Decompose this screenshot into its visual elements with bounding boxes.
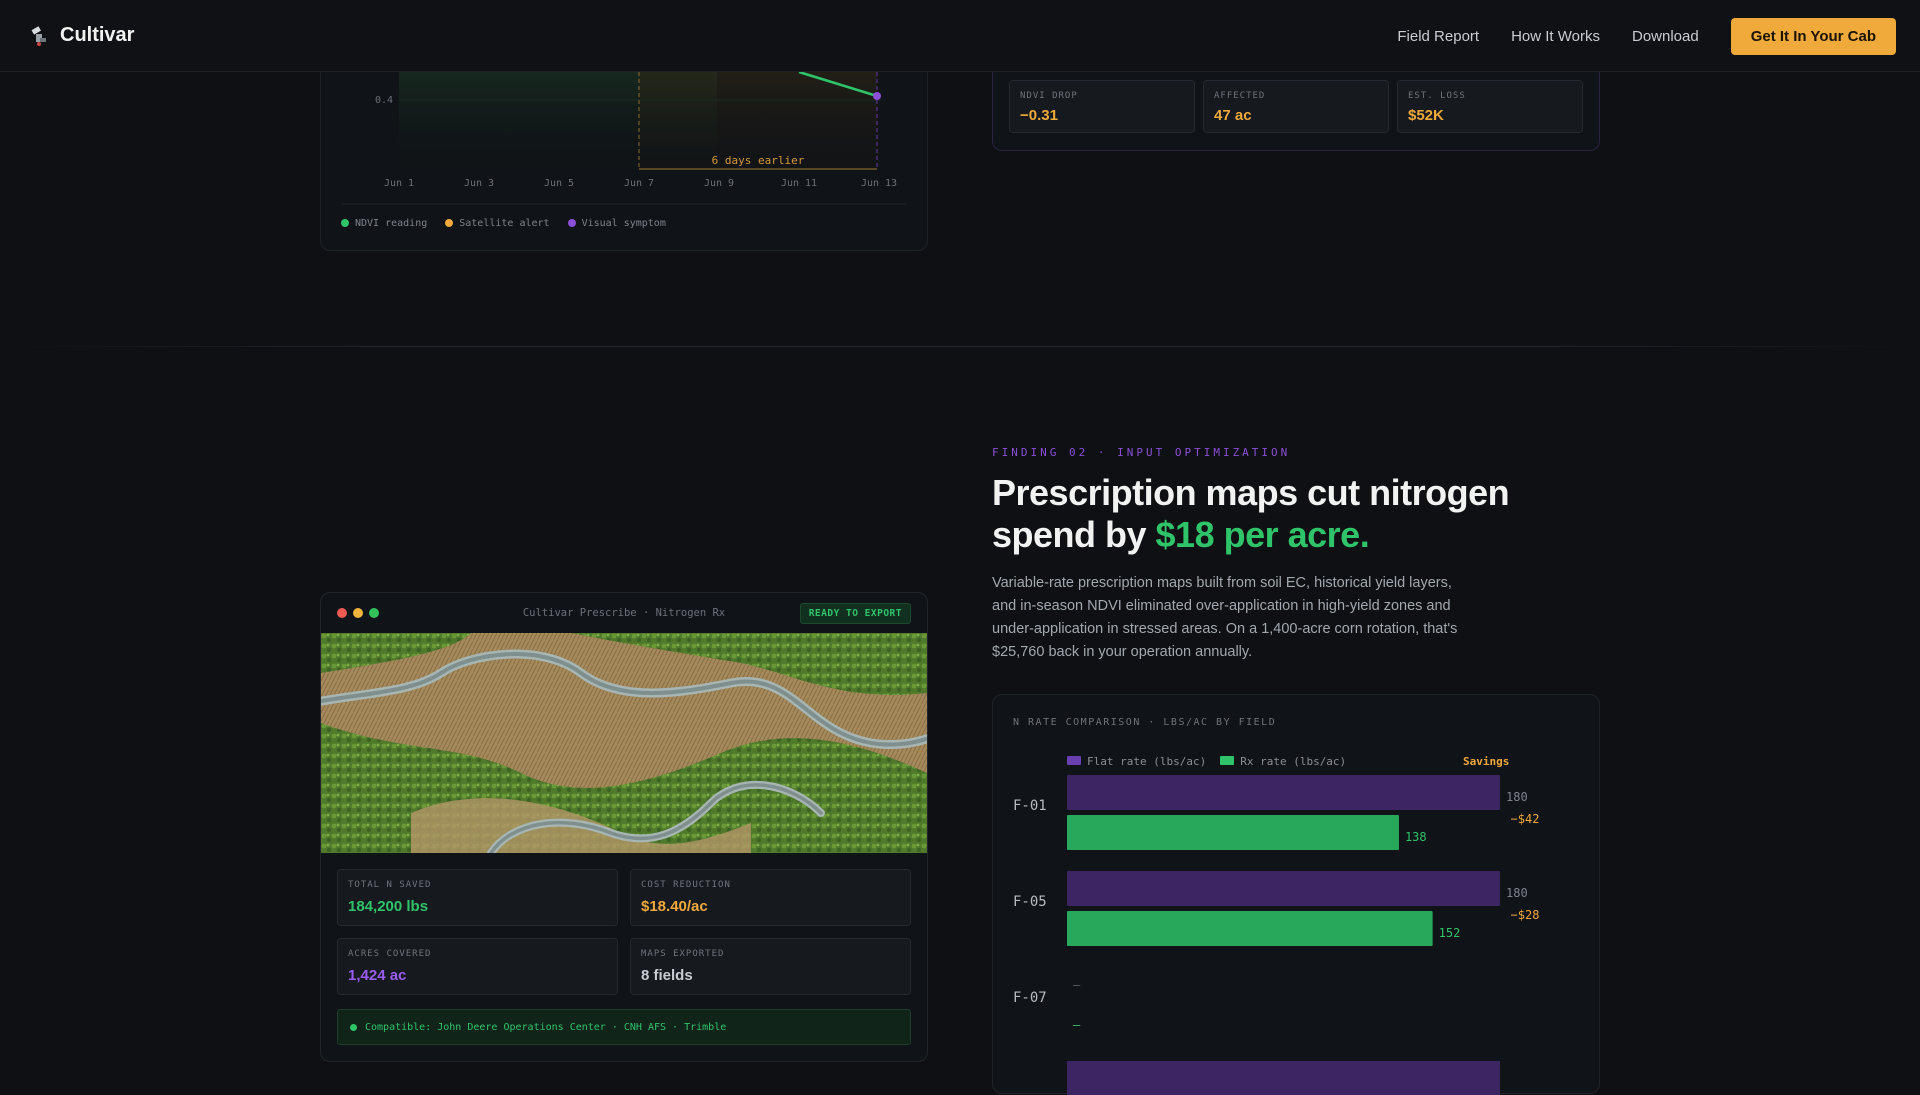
stat-cost-reduction: COST REDUCTION $18.40/ac <box>630 869 911 926</box>
legend-item: Visual symptom <box>567 218 666 229</box>
x-tick-label: Jun 5 <box>544 178 574 189</box>
x-tick-label: Jun 13 <box>861 178 897 189</box>
legend-dot <box>341 219 349 227</box>
stat-label: TOTAL N SAVED <box>348 880 432 890</box>
rx-rate-missing: — <box>1073 1018 1081 1032</box>
aerial-field-illustration <box>321 633 927 853</box>
section-divider <box>0 346 1920 347</box>
legend-item: NDVI reading <box>341 218 427 229</box>
stat-acres-covered: ACRES COVERED 1,424 ac <box>337 938 618 995</box>
satellite-icon <box>31 25 46 46</box>
status-dot <box>350 1023 357 1031</box>
headline-line-1: Prescription maps cut nitrogen <box>992 472 1510 513</box>
visual-symptom-point <box>873 92 881 100</box>
flat-rate-bar <box>1067 775 1500 810</box>
x-tick-label: Jun 9 <box>704 178 734 189</box>
finding-eyebrow: FINDING 02 · INPUT OPTIMIZATION <box>992 446 1291 459</box>
stat-maps-exported: MAPS EXPORTED 8 fields <box>630 938 911 995</box>
flat-rate-label: 180 <box>1506 790 1528 804</box>
savings-value: −$28 <box>1511 908 1540 922</box>
stat-label: NDVI DROP <box>1020 91 1078 101</box>
stat-label: AFFECTED <box>1214 91 1266 101</box>
y-tick-label: 0.4 <box>375 95 393 106</box>
flat-rate-bar <box>1067 871 1500 906</box>
stat-value: 47 ac <box>1214 107 1252 124</box>
prescribe-window: Cultivar Prescribe · Nitrogen Rx READY T… <box>320 592 928 1062</box>
legend-dot <box>567 219 576 227</box>
headline-line-2: spend by <box>992 514 1156 555</box>
stat-value: 184,200 lbs <box>348 898 429 915</box>
stat-value: 1,424 ac <box>348 967 407 984</box>
nav-link-field-report[interactable]: Field Report <box>1397 28 1479 45</box>
stat-value: −0.31 <box>1020 107 1058 124</box>
x-axis-ticks: Jun 1 Jun 3 Jun 5 Jun 7 Jun 9 Jun 11 Jun… <box>384 178 897 189</box>
n-rate-bar-chart: F-01 180 138 −$42 F-05 180 152 −$28 F-07 — — <box>1013 775 1540 1095</box>
lead-time-annotation: 6 days earlier <box>712 154 805 167</box>
brand-name: Cultivar <box>60 24 135 46</box>
headline-accent: $18 per acre. <box>1155 514 1370 555</box>
category-label: F-01 <box>1013 798 1047 814</box>
savings-value: −$42 <box>1511 812 1540 826</box>
rx-rate-bar <box>1067 815 1399 850</box>
stat-value: $18.40/ac <box>641 898 708 915</box>
nav-link-download[interactable]: Download <box>1632 28 1699 45</box>
flat-rate-bar <box>1067 1061 1500 1095</box>
n-rate-chart-card: N RATE COMPARISON · LBS/AC BY FIELD Flat… <box>992 694 1600 1095</box>
legend-label: NDVI reading <box>355 218 428 229</box>
nav-links: Field Report How It Works Download Get I… <box>1397 18 1896 55</box>
stat-label: COST REDUCTION <box>641 880 731 890</box>
stat-affected: AFFECTED 47 ac <box>1203 80 1389 133</box>
brand[interactable]: Cultivar <box>30 24 134 47</box>
get-it-button[interactable]: Get It In Your Cab <box>1730 18 1896 55</box>
rx-rate-bar <box>1067 911 1433 946</box>
compatibility-banner: Compatible: John Deere Operations Center… <box>337 1009 911 1045</box>
rx-rate-label: 138 <box>1405 830 1427 844</box>
ndvi-legend: NDVI reading Satellite alert Visual symp… <box>341 218 666 229</box>
x-tick-label: Jun 1 <box>384 178 414 189</box>
legend-item: Satellite alert <box>445 218 550 229</box>
x-tick-label: Jun 3 <box>464 178 494 189</box>
stat-label: ACRES COVERED <box>348 949 432 959</box>
stat-ndvi-drop: NDVI DROP −0.31 <box>1009 80 1195 133</box>
ready-badge: READY TO EXPORT <box>799 603 911 624</box>
top-navigation: Cultivar Field Report How It Works Downl… <box>0 0 1920 72</box>
stat-label: EST. LOSS <box>1408 91 1466 101</box>
x-tick-label: Jun 11 <box>781 178 817 189</box>
rx-rate-label: 152 <box>1439 926 1461 940</box>
stat-value: $52K <box>1408 107 1444 124</box>
stat-label: MAPS EXPORTED <box>641 949 725 959</box>
stat-value: 8 fields <box>641 967 693 984</box>
category-label: F-07 <box>1013 990 1047 1006</box>
legend-label: Satellite alert <box>459 218 550 229</box>
finding-headline: Prescription maps cut nitrogen spend by … <box>992 472 1552 556</box>
flat-rate-label: 180 <box>1506 886 1528 900</box>
flat-rate-missing: — <box>1073 978 1081 992</box>
legend-dot <box>445 219 454 227</box>
stat-total-n-saved: TOTAL N SAVED 184,200 lbs <box>337 869 618 926</box>
finding-body: Variable-rate prescription maps built fr… <box>992 575 1458 660</box>
aerial-field-image <box>321 633 927 853</box>
compatibility-text: Compatible: John Deere Operations Center… <box>365 1021 727 1033</box>
x-tick-label: Jun 7 <box>624 178 654 189</box>
legend-label: Visual symptom <box>581 218 666 229</box>
nav-link-how-it-works[interactable]: How It Works <box>1511 28 1600 45</box>
category-label: F-05 <box>1013 894 1047 910</box>
stat-est-loss: EST. LOSS $52K <box>1397 80 1583 133</box>
